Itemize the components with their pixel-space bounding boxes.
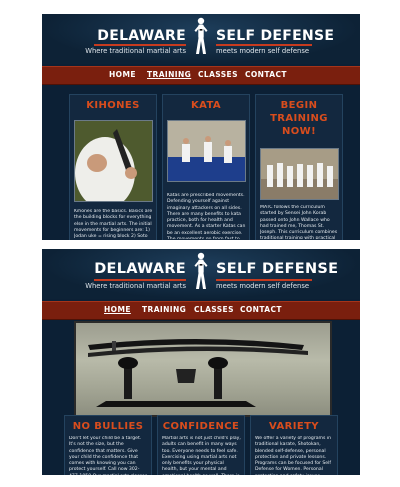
- martial-artist-icon[interactable]: [193, 16, 209, 60]
- kihones-title: KIHONES: [86, 100, 140, 111]
- katana-sword-icon: [88, 339, 308, 407]
- header-rule-left: [94, 44, 186, 46]
- brand-name-right[interactable]: SELF DEFENSE: [216, 28, 334, 44]
- main-nav: HOME TRAINING CLASSES CONTACT: [42, 66, 360, 85]
- home-page-screenshot: DELAWARE SELF DEFENSE Where traditional …: [42, 249, 360, 475]
- variety-title: VARIETY: [269, 421, 319, 432]
- no-bullies-box: NO BULLIES Don't let your child be a tar…: [64, 415, 152, 475]
- kata-text: Katas are prescribed movements. Defendin…: [167, 193, 246, 239]
- begin-training-title-line3: NOW!: [281, 126, 317, 137]
- variety-box: VARIETY We offer a variety of programs i…: [250, 415, 338, 475]
- begin-training-box: BEGIN TRAINING NOW! MATC follows the cur…: [255, 94, 343, 240]
- nav-contact[interactable]: CONTACT: [240, 305, 282, 314]
- confidence-box: CONFIDENCE Martial arts is not just chil…: [157, 415, 245, 475]
- variety-text: We offer a variety of programs in tradit…: [255, 436, 332, 475]
- begin-training-text: MATC follows the curriculum started by S…: [260, 205, 338, 239]
- nav-classes[interactable]: CLASSES: [194, 305, 234, 314]
- brand-name-right-home[interactable]: SELF DEFENSE: [216, 261, 338, 277]
- header-rule-right: [216, 44, 312, 46]
- martial-artist-icon[interactable]: [193, 251, 209, 295]
- kata-box: KATA Katas are prescribed movements. Def…: [162, 94, 250, 240]
- kihones-box: KIHONES Kihones are the basics. Basics a…: [69, 94, 157, 240]
- site-header: DELAWARE SELF DEFENSE Where traditional …: [42, 14, 360, 64]
- nav-home[interactable]: HOME: [109, 70, 136, 79]
- brand-name-left-home[interactable]: DELAWARE: [94, 261, 186, 277]
- header-rule-left-home: [94, 279, 186, 281]
- nav-classes[interactable]: CLASSES: [198, 70, 238, 79]
- no-bullies-text: Don't let your child be a target. It's n…: [69, 436, 147, 475]
- site-header-home: DELAWARE SELF DEFENSE Where traditional …: [42, 249, 360, 299]
- confidence-title: CONFIDENCE: [162, 421, 240, 432]
- nav-training[interactable]: TRAINING: [147, 70, 191, 79]
- hero-image: [74, 321, 332, 417]
- tagline-right-home: meets modern self defense: [216, 282, 310, 290]
- tagline-left: Where traditional martial arts: [85, 47, 186, 55]
- no-bullies-title: NO BULLIES: [72, 421, 144, 432]
- confidence-text: Martial arts is not just child's play, a…: [162, 436, 241, 475]
- nav-training[interactable]: TRAINING: [142, 305, 186, 314]
- kihones-photo: [74, 120, 153, 202]
- kata-title: KATA: [190, 100, 222, 111]
- begin-training-title-line2: TRAINING: [270, 113, 328, 124]
- begin-training-title-line1: BEGIN: [280, 100, 318, 111]
- class-photo: [260, 148, 339, 200]
- main-nav-home: HOME TRAINING CLASSES CONTACT: [42, 301, 360, 320]
- kata-photo: [167, 120, 246, 182]
- header-rule-right-home: [216, 279, 312, 281]
- nav-home[interactable]: HOME: [104, 305, 131, 314]
- tagline-left-home: Where traditional martial arts: [85, 282, 186, 290]
- kihones-text: Kihones are the basics. Basics are the b…: [74, 209, 153, 239]
- brand-name-left[interactable]: DELAWARE: [97, 28, 186, 44]
- nav-contact[interactable]: CONTACT: [245, 70, 287, 79]
- training-page-screenshot: DELAWARE SELF DEFENSE Where traditional …: [42, 14, 360, 240]
- tagline-right: meets modern self defense: [216, 47, 310, 55]
